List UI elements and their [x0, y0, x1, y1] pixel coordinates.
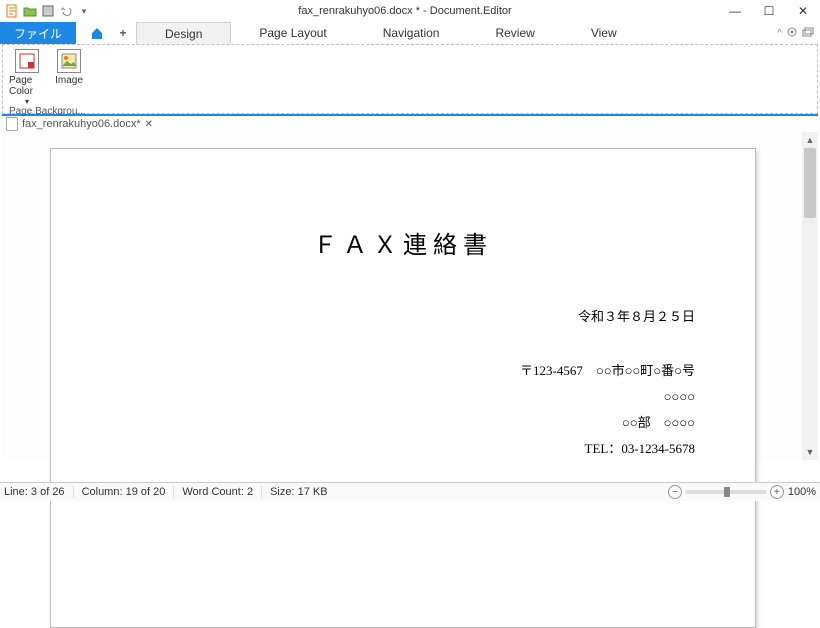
options-gear-icon[interactable] [786, 26, 798, 41]
ribbon-group-label: Page Backgrou... [9, 106, 86, 117]
document-tab-strip: fax_renrakuhyo06.docx* ✕ [2, 114, 818, 132]
undo-icon[interactable] [58, 3, 74, 19]
scroll-down-icon[interactable]: ▼ [802, 444, 818, 460]
qa-dropdown-icon[interactable]: ▾ [76, 3, 92, 19]
zoom-in-button[interactable]: + [770, 485, 784, 499]
status-size: Size: 17 KB [270, 486, 327, 498]
status-wordcount: Word Count: 2 [182, 486, 262, 498]
ribbon-group-background: Page Color ▾ Image Page Backgrou... [9, 49, 87, 111]
tab-navigation[interactable]: Navigation [355, 22, 468, 44]
tab-page-layout[interactable]: Page Layout [231, 22, 354, 44]
doc-address-line1: 〒123-4567 ○○市○○町○番○号 [111, 358, 695, 384]
ribbon-collapse-area: ^ [777, 22, 820, 44]
doc-address-line3: ○○部 ○○○○ [111, 410, 695, 436]
zoom-controls: − + 100% [668, 485, 816, 499]
document-icon [6, 117, 18, 131]
maximize-button[interactable]: ☐ [752, 0, 786, 22]
tab-review[interactable]: Review [467, 22, 562, 44]
status-line: Line: 3 of 26 [4, 486, 74, 498]
document-page[interactable]: ＦＡＸ連絡書 令和３年８月２５日 〒123-4567 ○○市○○町○番○号 ○○… [50, 148, 756, 628]
scroll-up-icon[interactable]: ▲ [802, 132, 818, 148]
image-button[interactable]: Image [51, 49, 87, 106]
document-tab-close-icon[interactable]: ✕ [145, 119, 153, 130]
document-workarea: ＦＡＸ連絡書 令和３年８月２５日 〒123-4567 ○○市○○町○番○号 ○○… [2, 132, 818, 460]
zoom-slider[interactable] [686, 490, 766, 494]
new-doc-icon[interactable] [4, 3, 20, 19]
page-color-button[interactable]: Page Color ▾ [9, 49, 45, 106]
tab-view[interactable]: View [563, 22, 645, 44]
layers-icon[interactable] [802, 26, 814, 41]
image-label: Image [55, 75, 83, 86]
tab-design[interactable]: Design [136, 22, 231, 44]
add-tab-button[interactable]: + [110, 22, 136, 44]
window-title: fax_renrakuhyo06.docx * - Document.Edito… [92, 5, 718, 17]
zoom-slider-thumb[interactable] [724, 487, 730, 497]
status-column: Column: 19 of 20 [82, 486, 175, 498]
document-tab-label: fax_renrakuhyo06.docx* [22, 118, 141, 130]
close-button[interactable]: ✕ [786, 0, 820, 22]
collapse-ribbon-icon[interactable]: ^ [777, 28, 782, 39]
page-color-dropdown-icon: ▾ [25, 97, 29, 106]
window-controls: — ☐ ✕ [718, 0, 820, 22]
scrollbar-thumb[interactable] [804, 148, 816, 218]
quick-access-toolbar: ▾ [0, 3, 92, 19]
page-color-icon [15, 49, 39, 73]
title-bar: ▾ fax_renrakuhyo06.docx * - Document.Edi… [0, 0, 820, 22]
document-tab[interactable]: fax_renrakuhyo06.docx* ✕ [6, 117, 153, 131]
zoom-out-button[interactable]: − [668, 485, 682, 499]
ribbon: Page Color ▾ Image Page Backgrou... [2, 44, 818, 114]
doc-address-line2: ○○○○ [111, 384, 695, 410]
minimize-button[interactable]: — [718, 0, 752, 22]
status-bar: Line: 3 of 26 Column: 19 of 20 Word Coun… [0, 482, 820, 501]
doc-tel: TEL：03-1234-5678 [111, 436, 695, 462]
file-menu[interactable]: ファイル [0, 22, 76, 44]
doc-heading: ＦＡＸ連絡書 [111, 225, 695, 260]
vertical-scrollbar[interactable]: ▲ ▼ [802, 132, 818, 460]
scrollbar-track[interactable] [802, 148, 818, 444]
home-icon[interactable] [84, 22, 110, 44]
zoom-level: 100% [788, 486, 816, 498]
open-folder-icon[interactable] [22, 3, 38, 19]
doc-date: 令和３年８月２５日 [111, 304, 695, 330]
menu-strip: ファイル + Design Page Layout Navigation Rev… [0, 22, 820, 44]
save-icon[interactable] [40, 3, 56, 19]
image-icon [57, 49, 81, 73]
page-color-label: Page Color [9, 75, 45, 97]
